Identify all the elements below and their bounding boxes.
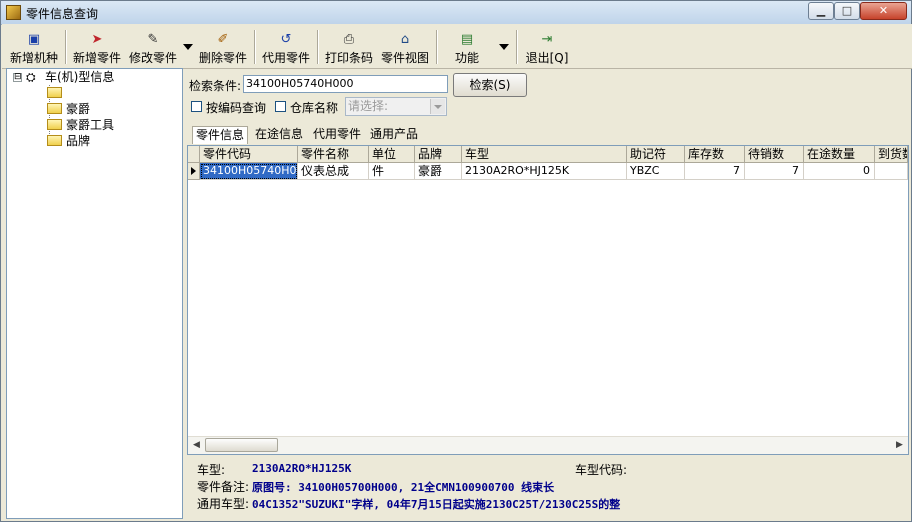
print-barcode-icon: ⎙: [343, 32, 355, 47]
substitute-part-icon: ↺: [280, 32, 292, 47]
tree-item-haojue[interactable]: 豪爵: [47, 101, 90, 117]
table-cell[interactable]: 34100H05740H000: [200, 163, 298, 180]
delete-part-button[interactable]: ✐ 删除零件: [196, 25, 250, 66]
table-cell[interactable]: YBZC: [627, 163, 685, 180]
warehouse-select[interactable]: 请选择:: [345, 97, 447, 116]
collapse-icon[interactable]: ⊟: [13, 73, 22, 82]
tab-substitute-parts[interactable]: 代用零件: [313, 126, 361, 143]
toolbar-separator: [65, 30, 67, 64]
close-button[interactable]: ✕: [860, 2, 907, 20]
folder-icon: [47, 119, 62, 130]
table-cell[interactable]: 7: [745, 163, 804, 180]
tab-in-transit[interactable]: 在途信息: [255, 126, 303, 143]
column-header[interactable]: 单位: [369, 146, 415, 163]
chevron-down-icon[interactable]: [183, 44, 193, 50]
warehouse-label: 仓库名称: [290, 101, 339, 115]
function-icon: ▤: [460, 32, 474, 47]
search-button[interactable]: 检索(S): [453, 73, 527, 97]
tab-part-info[interactable]: 零件信息: [192, 126, 249, 144]
tree-item-label: 豪爵: [66, 102, 91, 116]
search-label: 检索条件:: [189, 79, 242, 93]
search-input[interactable]: 34100H05740H000: [243, 75, 448, 93]
table-cell[interactable]: 仪表总成: [298, 163, 369, 180]
toolbar-separator: [254, 30, 256, 64]
warehouse-select-placeholder: 请选择:: [348, 99, 389, 113]
edit-part-button[interactable]: ✎ 修改零件: [126, 25, 180, 66]
toolbar-separator: [516, 30, 518, 64]
folder-icon: [47, 103, 62, 114]
title-bar: 零件信息查询 ▁ □ ✕: [1, 1, 911, 25]
function-button[interactable]: ▤ 功能: [444, 25, 490, 66]
main-window: 零件信息查询 ▁ □ ✕ ▣ 新增机种 ➤ 新增零件 ✎ 修改零件 ✐ 删除零件…: [0, 0, 912, 522]
column-header[interactable]: 助记符: [627, 146, 685, 163]
add-part-icon: ➤: [91, 32, 103, 47]
table-cell[interactable]: 7: [685, 163, 745, 180]
exit-icon: ⇥: [541, 32, 553, 47]
remark-value: 原图号: 34100H05700H000, 21全CMN100900700 线束…: [252, 481, 555, 494]
table-cell[interactable]: 2130A2RO*HJ125K: [462, 163, 627, 180]
column-header[interactable]: 品牌: [415, 146, 462, 163]
edit-part-icon: ✎: [147, 32, 159, 47]
warehouse-checkbox[interactable]: [275, 101, 286, 112]
column-header[interactable]: 到货数: [875, 146, 908, 163]
model-label: 车型:: [197, 463, 226, 477]
remark-label: 零件备注:: [197, 480, 250, 494]
common-model-value: 04C1352"SUZUKI"字样, 04年7月15日起实施2130C25T/2…: [252, 498, 621, 511]
scroll-right-icon[interactable]: ▶: [891, 437, 908, 454]
chevron-down-icon[interactable]: [499, 44, 509, 50]
column-header[interactable]: 库存数: [685, 146, 745, 163]
tree-item[interactable]: [47, 85, 66, 101]
horizontal-scrollbar[interactable]: ◀ ▶: [188, 436, 908, 454]
toolbar-separator: [317, 30, 319, 64]
tree-root-label: 车(机)型信息: [45, 70, 115, 84]
minimize-button[interactable]: ▁: [808, 2, 834, 20]
binoculars-icon: ⛭: [26, 70, 36, 84]
table-cell[interactable]: 豪爵: [415, 163, 462, 180]
substitute-part-button[interactable]: ↺ 代用零件: [259, 25, 313, 66]
column-header[interactable]: 在途数量: [804, 146, 875, 163]
model-tree: ⊟ ⛭ 车(机)型信息 豪爵 豪爵工具 品牌: [6, 68, 183, 519]
add-model-button[interactable]: ▣ 新增机种: [7, 25, 61, 66]
column-header[interactable]: 待销数: [745, 146, 804, 163]
folder-icon: [47, 135, 62, 146]
add-model-icon: ▣: [27, 32, 41, 47]
scroll-left-icon[interactable]: ◀: [188, 437, 205, 454]
tab-common-products[interactable]: 通用产品: [370, 126, 418, 143]
by-code-label: 按编码查询: [206, 101, 267, 115]
add-part-button[interactable]: ➤ 新增零件: [70, 25, 124, 66]
tree-item-label: 品牌: [66, 134, 91, 148]
exit-button[interactable]: ⇥ 退出[Q]: [522, 25, 572, 66]
maximize-button[interactable]: □: [834, 2, 860, 20]
window-title: 零件信息查询: [26, 7, 99, 21]
column-header[interactable]: 零件代码: [200, 146, 298, 163]
print-barcode-button[interactable]: ⎙ 打印条码: [322, 25, 376, 66]
common-model-label: 通用车型:: [197, 497, 250, 511]
row-indicator-icon: [188, 163, 200, 180]
tree-item-haojue-tools[interactable]: 豪爵工具: [47, 117, 114, 133]
part-view-icon: ⌂: [400, 32, 410, 47]
detail-panel: 检索条件: 34100H05740H000 检索(S) 按编码查询 仓库名称 请…: [187, 68, 912, 519]
tree-item-label: 豪爵工具: [66, 118, 115, 132]
chevron-down-icon: [430, 99, 445, 114]
part-view-button[interactable]: ⌂ 零件视图: [378, 25, 432, 66]
delete-part-icon: ✐: [217, 32, 229, 47]
grid-corner: [188, 146, 200, 163]
model-code-label: 车型代码:: [575, 463, 628, 477]
column-header[interactable]: 零件名称: [298, 146, 369, 163]
table-cell[interactable]: 0: [804, 163, 875, 180]
table-cell[interactable]: 件: [369, 163, 415, 180]
parts-grid[interactable]: 零件代码 零件名称 单位 品牌 车型 助记符 库存数 待销数 在途数量 到货数 …: [187, 145, 909, 455]
toolbar: ▣ 新增机种 ➤ 新增零件 ✎ 修改零件 ✐ 删除零件 ↺ 代用零件 ⎙ 打印条…: [2, 24, 912, 69]
column-header[interactable]: 车型: [462, 146, 627, 163]
table-cell[interactable]: [875, 163, 908, 180]
folder-icon: [47, 87, 62, 98]
app-icon: [6, 5, 21, 20]
by-code-checkbox[interactable]: [191, 101, 202, 112]
scrollbar-thumb[interactable]: [205, 438, 278, 452]
model-value: 2130A2RO*HJ125K: [252, 462, 352, 475]
tree-item-brand[interactable]: 品牌: [47, 133, 90, 149]
toolbar-separator: [436, 30, 438, 64]
